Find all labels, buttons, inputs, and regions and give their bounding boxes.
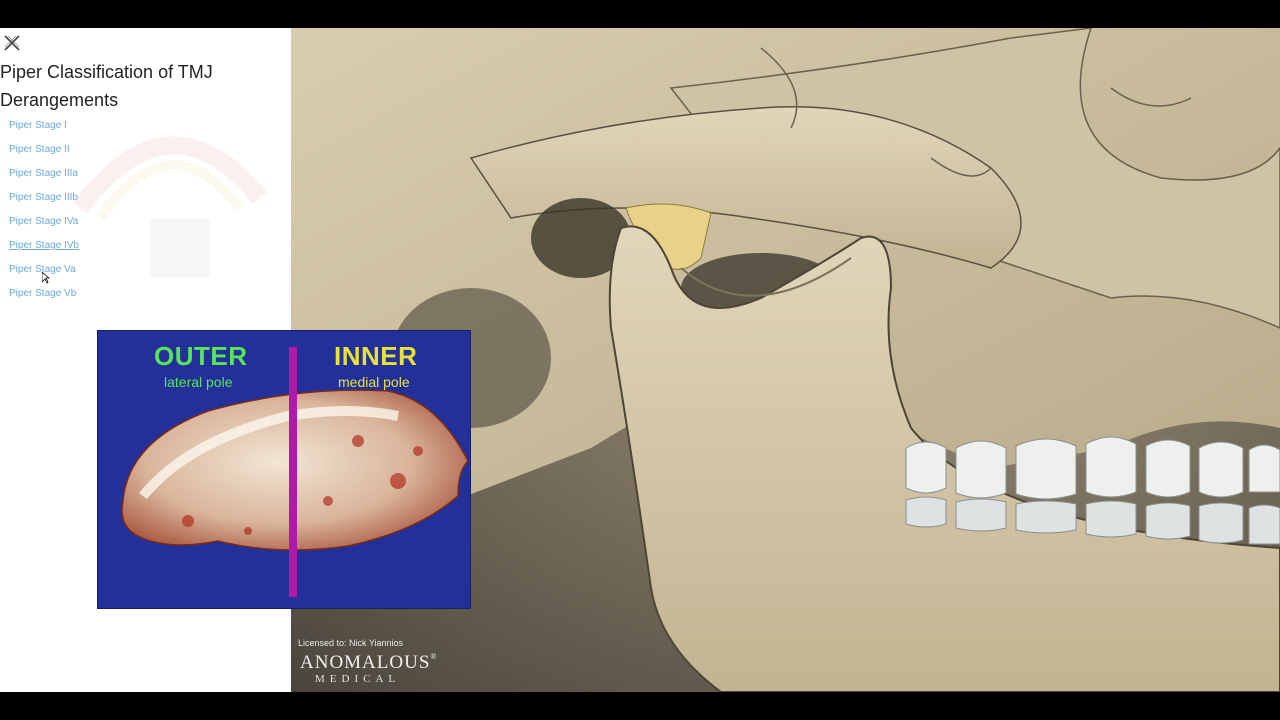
close-icon[interactable] bbox=[2, 34, 22, 52]
stage-link-vb[interactable]: Piper Stage Vb bbox=[9, 282, 79, 306]
lateral-pole-label: lateral pole bbox=[164, 374, 233, 390]
stage-link-iiib[interactable]: Piper Stage IIIb bbox=[9, 186, 79, 210]
stage-link-iiia[interactable]: Piper Stage IIIa bbox=[9, 162, 79, 186]
disc-tissue-image bbox=[121, 389, 469, 551]
anomalous-medical-logo: ANOMALOUS® bbox=[300, 652, 438, 673]
logo-subtitle: MEDICAL bbox=[315, 673, 401, 685]
faded-diagram-image bbox=[72, 136, 267, 278]
stage-link-ii[interactable]: Piper Stage II bbox=[9, 138, 79, 162]
letterbox-bottom bbox=[0, 692, 1280, 720]
disc-specimen-photo: OUTER lateral pole INNER medial pole bbox=[97, 330, 471, 609]
mouse-cursor-icon bbox=[42, 272, 50, 284]
letterbox-top bbox=[0, 0, 1280, 28]
stage-link-ivb[interactable]: Piper Stage IVb bbox=[9, 234, 79, 258]
stage-link-i[interactable]: Piper Stage I bbox=[9, 114, 79, 138]
stage-link-iva[interactable]: Piper Stage IVa bbox=[9, 210, 79, 234]
medial-lateral-divider bbox=[289, 347, 297, 597]
outer-label: OUTER bbox=[154, 341, 248, 371]
medial-pole-label: medial pole bbox=[338, 374, 410, 390]
inner-label: INNER bbox=[334, 341, 418, 371]
panel-title: Piper Classification of TMJ Derangements bbox=[0, 62, 213, 110]
license-text: Licensed to: Nick Yiannios bbox=[298, 638, 404, 648]
